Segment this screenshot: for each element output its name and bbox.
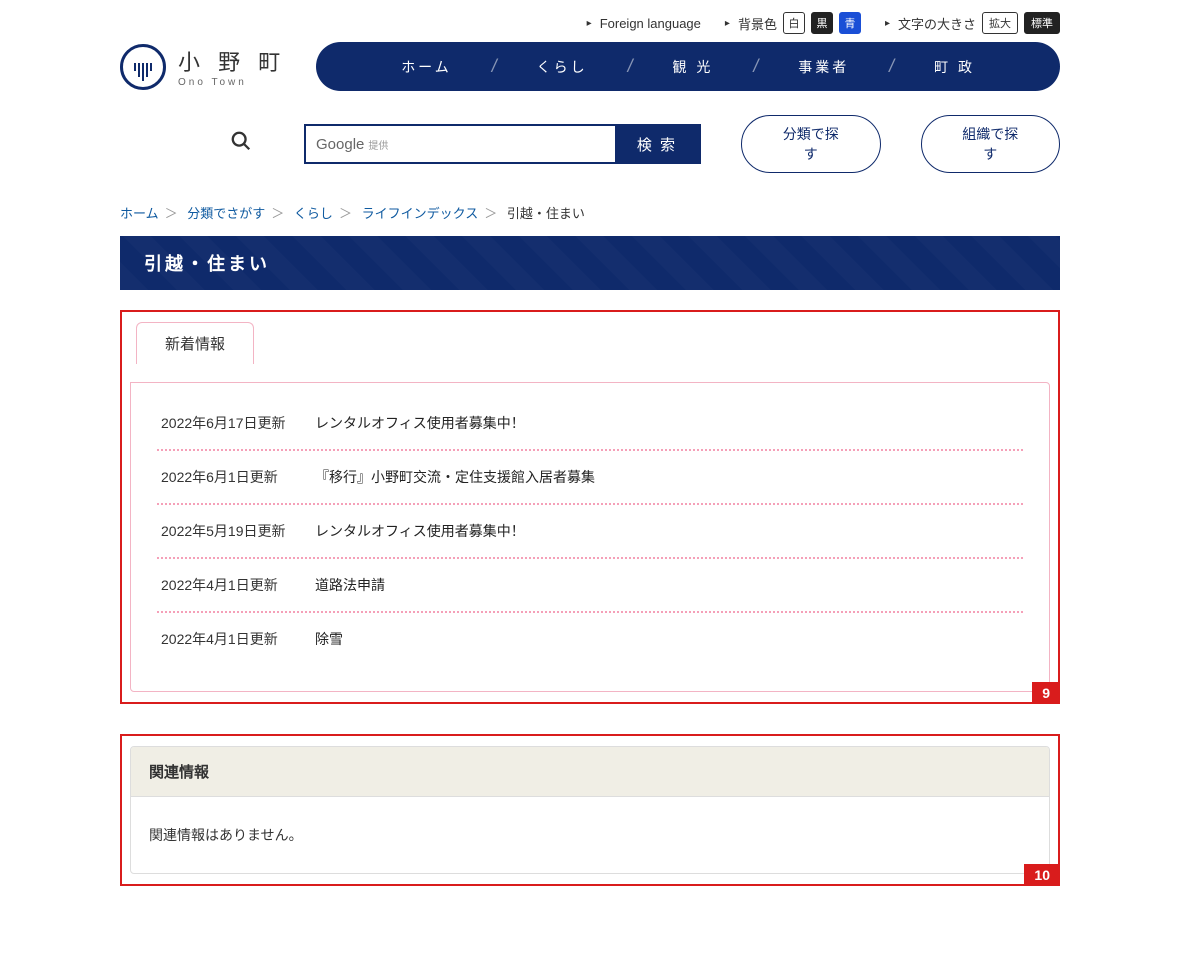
crumb-current: 引越・住まい	[507, 206, 585, 221]
browse-by-category-button[interactable]: 分類で探す	[741, 115, 880, 173]
page-title: 引越・住まい	[120, 236, 1060, 290]
related-heading: 関連情報	[131, 747, 1049, 797]
search-input[interactable]	[388, 137, 615, 152]
crumb-home[interactable]: ホーム	[120, 206, 159, 221]
news-date: 2022年4月1日更新	[161, 575, 291, 595]
logo-jp-text: 小 野 町	[178, 45, 286, 77]
font-size-label: 文字の大きさ	[898, 14, 976, 33]
utility-bar: ▸ Foreign language ▸ 背景色 白 黒 青 ▸ 文字の大きさ …	[0, 0, 1180, 42]
triangle-icon: ▸	[885, 18, 890, 29]
news-date: 2022年4月1日更新	[161, 629, 291, 649]
annotation-badge: 9	[1032, 682, 1060, 704]
news-item: 2022年4月1日更新 除雪	[157, 613, 1023, 665]
foreign-language-link[interactable]: ▸ Foreign language	[587, 16, 701, 31]
bg-white-button[interactable]: 白	[783, 12, 805, 34]
news-tab[interactable]: 新着情報	[136, 322, 254, 364]
font-size-group: ▸ 文字の大きさ 拡大 標準	[885, 12, 1060, 34]
annotation-badge: 10	[1024, 864, 1060, 886]
google-logo: Google提供	[306, 136, 388, 153]
font-large-button[interactable]: 拡大	[982, 12, 1018, 34]
browse-by-org-button[interactable]: 組織で探す	[921, 115, 1060, 173]
crumb-life-index[interactable]: ライフインデックス	[362, 206, 479, 221]
bg-black-button[interactable]: 黒	[811, 12, 833, 34]
news-link[interactable]: 『移行』小野町交流・定住支援館入居者募集	[315, 467, 595, 487]
news-list: 2022年6月17日更新 レンタルオフィス使用者募集中！ 2022年6月1日更新…	[131, 383, 1049, 691]
news-link[interactable]: レンタルオフィス使用者募集中！	[315, 521, 525, 541]
bg-color-group: ▸ 背景色 白 黒 青	[725, 12, 861, 34]
foreign-language-label: Foreign language	[600, 16, 701, 31]
search-box: Google提供 検 索	[304, 124, 701, 164]
related-section: 関連情報 関連情報はありません。 10	[120, 734, 1060, 886]
font-normal-button[interactable]: 標準	[1024, 12, 1060, 34]
news-link[interactable]: レンタルオフィス使用者募集中！	[315, 413, 525, 433]
nav-gov[interactable]: 町 政	[904, 57, 1005, 77]
triangle-icon: ▸	[587, 18, 592, 29]
main-nav: ホーム/ くらし/ 観 光/ 事業者/ 町 政	[316, 42, 1060, 91]
nav-business[interactable]: 事業者	[768, 57, 879, 77]
news-item: 2022年6月1日更新 『移行』小野町交流・定住支援館入居者募集	[157, 451, 1023, 505]
news-date: 2022年6月17日更新	[161, 413, 291, 433]
news-date: 2022年6月1日更新	[161, 467, 291, 487]
breadcrumb: ホーム＞ 分類でさがす＞ くらし＞ ライフインデックス＞ 引越・住まい	[0, 173, 1180, 236]
news-item: 2022年4月1日更新 道路法申請	[157, 559, 1023, 613]
search-row: Google提供 検 索 分類で探す 組織で探す	[0, 91, 1180, 173]
search-icon	[230, 130, 252, 158]
news-section: 新着情報 2022年6月17日更新 レンタルオフィス使用者募集中！ 2022年6…	[120, 310, 1060, 704]
site-header: 小 野 町 Ono Town ホーム/ くらし/ 観 光/ 事業者/ 町 政	[0, 42, 1180, 91]
news-link[interactable]: 道路法申請	[315, 575, 385, 595]
crumb-by-category[interactable]: 分類でさがす	[187, 206, 265, 221]
news-item: 2022年5月19日更新 レンタルオフィス使用者募集中！	[157, 505, 1023, 559]
logo-icon	[120, 44, 166, 90]
news-link[interactable]: 除雪	[315, 629, 343, 649]
logo-en-text: Ono Town	[178, 77, 286, 88]
site-logo[interactable]: 小 野 町 Ono Town	[120, 44, 286, 90]
related-empty-text: 関連情報はありません。	[131, 797, 1049, 873]
nav-living[interactable]: くらし	[507, 57, 618, 77]
nav-tourism[interactable]: 観 光	[643, 57, 744, 77]
bg-color-label: 背景色	[738, 14, 777, 33]
bg-blue-button[interactable]: 青	[839, 12, 861, 34]
news-date: 2022年5月19日更新	[161, 521, 291, 541]
nav-home[interactable]: ホーム	[371, 57, 482, 77]
triangle-icon: ▸	[725, 18, 730, 29]
crumb-living[interactable]: くらし	[294, 206, 333, 221]
search-button[interactable]: 検 索	[615, 124, 699, 164]
news-item: 2022年6月17日更新 レンタルオフィス使用者募集中！	[157, 397, 1023, 451]
